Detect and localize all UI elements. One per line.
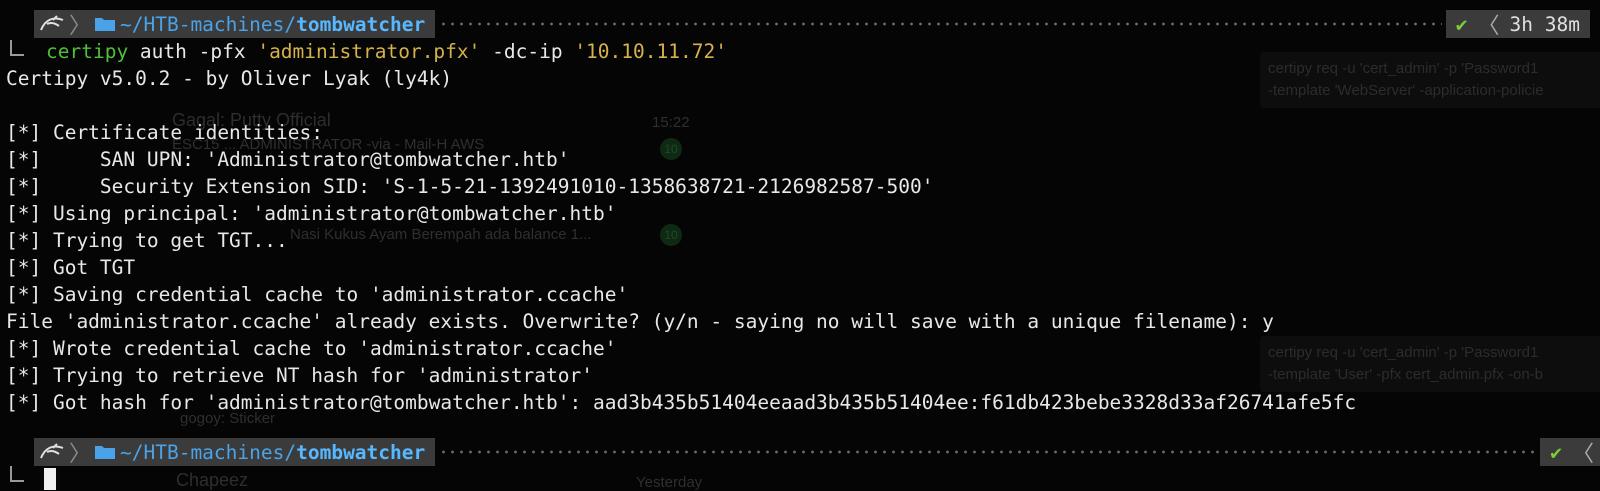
prompt-right-segment: ✔ 〈 3h 38m (1445, 10, 1590, 39)
path-prefix: ~/HTB-machines/ (120, 12, 297, 36)
separator-arrow-icon: 〉 (69, 14, 92, 39)
status-check-icon: ✔ (1550, 440, 1562, 464)
command-line[interactable]: certipy auth -pfx 'administrator.pfx' -d… (46, 38, 727, 65)
path-current-dir: tombwatcher (296, 12, 426, 36)
prompt-bar-1: 〉 ~/HTB-machines/tombwatcher ✔ 〈 3h 38m (0, 10, 1600, 39)
ghost-bubble-2: certipy req -u 'cert_admin' -p 'Password… (1260, 336, 1600, 392)
path-current-dir: tombwatcher (296, 440, 426, 464)
output-line: [*] Certificate identities: (6, 121, 323, 144)
command-input[interactable] (44, 464, 56, 491)
path-prefix: ~/HTB-machines/ (120, 440, 297, 464)
elapsed-time: 3h 38m (1509, 12, 1580, 36)
output-line: [*] Trying to get TGT... (6, 229, 288, 252)
ghost-chat4-time: Yesterday (636, 474, 703, 491)
ghost-bubble-1-line2: -template 'WebServer' -application-polic… (1268, 82, 1544, 99)
prompt-left-segment: 〉 ~/HTB-machines/tombwatcher (34, 10, 436, 39)
folder-icon (90, 438, 120, 466)
prompt-corner-icon (10, 40, 24, 56)
ghost-chat2-msg: Nasi Kukus Ayam Berempah ada balance 1..… (290, 226, 592, 243)
prompt-right-segment: ✔ 〈 (1540, 438, 1600, 467)
kali-dragon-icon (34, 438, 70, 466)
prompt-dots-filler (439, 10, 1442, 38)
prompt-dots-filler (439, 438, 1537, 466)
status-check-icon: ✔ (1455, 12, 1468, 36)
output-line: [*] Got hash for 'administrator@tombwatc… (6, 391, 1357, 414)
command-ip-arg: '10.10.11.72' (574, 40, 727, 63)
ghost-bubble-1-line1: certipy req -u 'cert_admin' -p 'Password… (1268, 60, 1539, 77)
kali-dragon-icon (34, 10, 70, 38)
command-args-1: auth -pfx (128, 40, 258, 63)
command-pfx-arg: 'administrator.pfx' (257, 40, 481, 63)
prompt-corner-icon (10, 466, 24, 482)
output-line: [*] Trying to retrieve NT hash for 'admi… (6, 364, 593, 387)
ghost-chat1-badge: 10 (660, 138, 682, 160)
separator-left-icon: 〈 (1477, 14, 1500, 39)
command-args-2: -dc-ip (480, 40, 575, 63)
output-line: [*] SAN UPN: 'Administrator@tombwatcher.… (6, 148, 570, 171)
output-line: [*] Using principal: 'administrator@tomb… (6, 202, 617, 225)
output-line: [*] Security Extension SID: 'S-1-5-21-13… (6, 175, 934, 198)
output-line: [*] Got TGT (6, 256, 136, 279)
ghost-bubble-1: certipy req -u 'cert_admin' -p 'Password… (1260, 52, 1600, 108)
prompt-bar-2: 〉 ~/HTB-machines/tombwatcher ✔ 〈 (0, 438, 1600, 467)
output-line: Certipy v5.0.2 - by Oliver Lyak (ly4k) (6, 67, 453, 90)
command-name: certipy (46, 40, 129, 63)
prompt-left-segment: 〉 ~/HTB-machines/tombwatcher (34, 438, 436, 467)
output-line: File 'administrator.ccache' already exis… (6, 310, 1274, 333)
separator-left-icon: 〈 (1571, 442, 1594, 467)
text-cursor (44, 467, 56, 490)
separator-arrow-icon: 〉 (69, 442, 92, 467)
ghost-chat1-time: 15:22 (652, 114, 690, 131)
ghost-bubble-2-line2: -template 'User' -pfx cert_admin.pfx -on… (1268, 366, 1543, 383)
ghost-chat4-title: Chapeez (176, 470, 249, 490)
ghost-bubble-2-line1: certipy req -u 'cert_admin' -p 'Password… (1268, 344, 1539, 361)
ghost-chat2-badge: 10 (660, 224, 682, 246)
output-line: [*] Wrote credential cache to 'administr… (6, 337, 617, 360)
folder-icon (90, 10, 120, 38)
output-line: [*] Saving credential cache to 'administ… (6, 283, 629, 306)
